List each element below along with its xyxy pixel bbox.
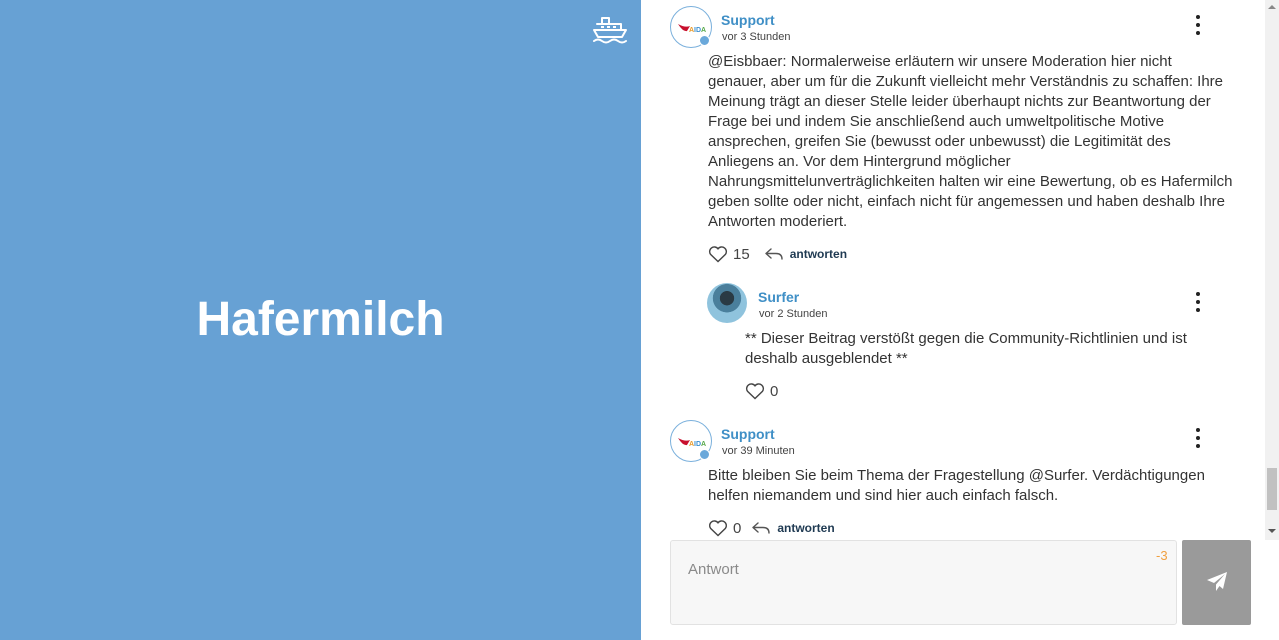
more-options-icon[interactable] [1188, 290, 1208, 314]
comment-actions: 15 antworten [708, 244, 847, 264]
author-name[interactable]: Support [721, 425, 775, 443]
char-counter: -3 [1156, 548, 1168, 563]
comments-panel: A ID A Support vor 3 Stunden @Eisbbaer: … [641, 0, 1279, 640]
like-count: 0 [770, 382, 779, 400]
like-count: 15 [733, 245, 750, 263]
reply-icon[interactable] [764, 247, 784, 261]
comment-actions: 0 antworten [708, 518, 835, 538]
topic-title: Hafermilch [196, 293, 445, 346]
more-options-icon[interactable] [1188, 13, 1208, 37]
comment: A ID A Support vor 3 Stunden @Eisbbaer: … [641, 0, 1265, 270]
feed-scrollbar[interactable] [1265, 0, 1279, 540]
reply-button[interactable]: antworten [777, 521, 834, 535]
paper-plane-icon [1207, 572, 1227, 591]
heart-icon[interactable] [708, 519, 728, 537]
timestamp: vor 3 Stunden [722, 31, 791, 43]
comment: A ID A Support vor 39 Minuten Bitte blei… [641, 410, 1265, 540]
comment-reply: Surfer vor 2 Stunden ** Dieser Beitrag v… [641, 270, 1265, 410]
aida-logo-icon: A ID A [678, 24, 706, 34]
heart-icon[interactable] [745, 382, 765, 400]
send-button[interactable] [1182, 540, 1251, 625]
page: Hafermilch A ID A Support vor 3 Stunden [0, 0, 1279, 640]
comment-text: Bitte bleiben Sie beim Thema der Fragest… [708, 467, 1205, 504]
heart-icon[interactable] [708, 245, 728, 263]
topic-panel: Hafermilch [0, 0, 641, 640]
verified-badge-icon [699, 35, 710, 46]
scroll-down-icon[interactable] [1268, 527, 1276, 535]
reply-button[interactable]: antworten [790, 247, 847, 261]
verified-badge-icon [699, 449, 710, 460]
timestamp: vor 2 Stunden [759, 308, 828, 320]
comment-text: ** Dieser Beitrag verstößt gegen die Com… [745, 330, 1187, 367]
reply-icon[interactable] [751, 521, 771, 535]
reply-composer: -3 [641, 540, 1279, 640]
aida-logo-icon: A ID A [678, 438, 706, 448]
scroll-thumb[interactable] [1267, 468, 1277, 510]
comment-feed[interactable]: A ID A Support vor 3 Stunden @Eisbbaer: … [641, 0, 1265, 540]
svg-text:ID: ID [694, 441, 701, 448]
timestamp: vor 39 Minuten [722, 445, 795, 457]
more-options-icon[interactable] [1188, 426, 1208, 450]
svg-text:ID: ID [694, 27, 701, 34]
like-count: 0 [733, 519, 742, 537]
author-name[interactable]: Support [721, 11, 775, 29]
comment-actions: 0 [745, 381, 778, 401]
ship-icon[interactable] [592, 16, 628, 44]
svg-text:A: A [701, 27, 706, 34]
avatar[interactable] [707, 283, 747, 323]
scroll-up-icon[interactable] [1268, 3, 1276, 11]
answer-input[interactable] [670, 540, 1177, 625]
author-name[interactable]: Surfer [758, 288, 799, 306]
comment-text: @Eisbbaer: Normalerweise erläutern wir u… [708, 53, 1233, 230]
svg-text:A: A [701, 441, 706, 448]
